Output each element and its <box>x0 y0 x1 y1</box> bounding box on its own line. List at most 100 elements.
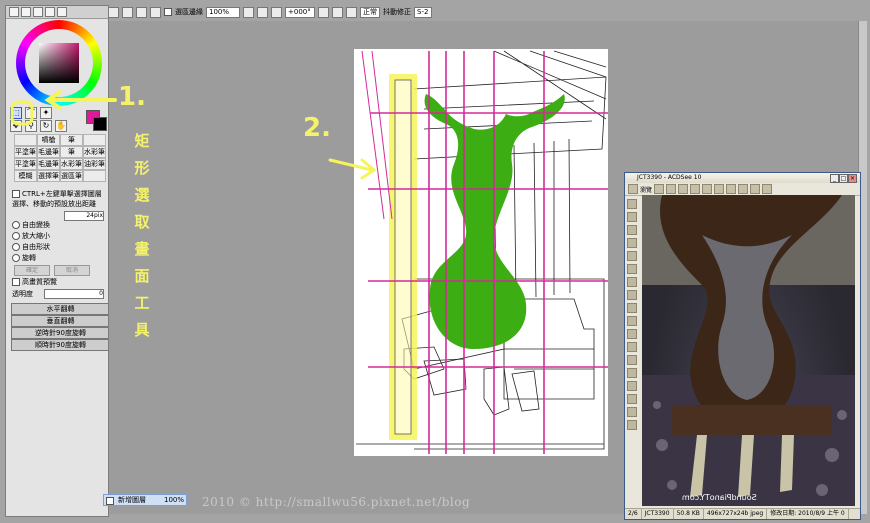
select-tools-row: ⬚ ⌒ ✦ <box>10 107 52 119</box>
lasso-tool[interactable]: ⌒ <box>25 107 37 119</box>
brush-slot[interactable]: 選擇筆 <box>37 170 60 182</box>
brush-slot[interactable] <box>83 134 106 146</box>
zoom-reset-button[interactable] <box>271 6 282 18</box>
prev-icon[interactable] <box>654 184 665 194</box>
flip-vertical-button[interactable]: 垂直翻轉 <box>11 315 108 327</box>
distance-field[interactable]: 24pix <box>64 211 104 221</box>
acdsee-window: JCT3390 - ACDSee 10 _ □ × 瀏覽 SoundPianoT… <box>624 172 861 520</box>
color-wheel-tab[interactable] <box>9 7 19 17</box>
transform-option-distort[interactable]: 自由形狀 <box>12 242 50 252</box>
color-wheel[interactable] <box>16 20 102 106</box>
transform-option-scale[interactable]: 放大縮小 <box>12 231 50 241</box>
save-icon[interactable] <box>678 184 689 194</box>
transform-option-rotate[interactable]: 旋轉 <box>12 253 36 263</box>
brush-slot[interactable]: 模糊 <box>14 170 37 182</box>
panel-tabs <box>6 6 108 19</box>
status-modified: 修改日期: 2010/8/9 上午 0 <box>767 509 849 519</box>
maximize-button[interactable]: □ <box>839 174 848 183</box>
invert-selection-button[interactable] <box>150 6 161 18</box>
print-icon[interactable] <box>690 184 701 194</box>
minimize-button[interactable]: _ <box>830 174 839 183</box>
rotate-icon[interactable] <box>738 184 749 194</box>
rotate-ccw-button[interactable]: 逆時針90度旋轉 <box>11 327 108 339</box>
layer-list-item[interactable]: 新增圖層 100% <box>103 494 187 506</box>
undo-button[interactable] <box>108 6 119 18</box>
zoom-field[interactable]: 100% <box>206 6 240 18</box>
close-icon[interactable]: × <box>848 174 857 183</box>
opacity-slider[interactable]: 0 <box>44 289 104 299</box>
harp-lineart <box>356 50 608 454</box>
brush-slot[interactable]: 平塗筆 <box>14 146 37 158</box>
saturation-value-square[interactable] <box>39 43 79 83</box>
flip-horizontal-button[interactable]: 水平翻轉 <box>11 303 108 315</box>
ctrl-select-layer-option[interactable]: CTRL+左鍵單擊選擇圖層 <box>12 189 102 199</box>
brush-slot[interactable] <box>14 134 37 146</box>
back-icon[interactable] <box>628 184 638 194</box>
brush-grid: 噴槍 筆 平塗筆 毛邊筆 筆 水彩筆 平塗筆 毛邊筆 水彩筆 油彩筆 模糊 選擇… <box>14 134 106 182</box>
brush-slot[interactable]: 筆 <box>60 146 83 158</box>
brush-slot[interactable]: 油彩筆 <box>83 158 106 170</box>
brush-slot[interactable]: 毛邊筆 <box>37 146 60 158</box>
layer-visibility-icon[interactable] <box>106 497 114 505</box>
acdsee-side-toolbar <box>627 199 639 509</box>
brush-slot[interactable]: 水彩筆 <box>83 146 106 158</box>
rotate-right-button[interactable] <box>332 6 343 18</box>
brush-slot[interactable]: 平塗筆 <box>14 158 37 170</box>
annotation-two: 2. <box>303 113 331 143</box>
rgb-slider-tab[interactable] <box>21 7 31 17</box>
stabilizer-label: 抖動修正 <box>383 8 411 16</box>
layer-name: 新增圖層 <box>118 496 146 504</box>
rectangle-select-tool[interactable]: ⬚ <box>10 107 22 119</box>
confirm-button[interactable]: 確定 <box>14 265 50 276</box>
rotation-field[interactable]: +000° <box>285 6 315 18</box>
stabilizer-field[interactable]: S-2 <box>414 6 432 18</box>
view-button[interactable]: 瀏覽 <box>640 185 652 194</box>
piano-pedal-photo: SoundPianoTY.com <box>642 195 855 506</box>
move-tool-icon[interactable]: ✥ <box>10 120 22 132</box>
zoom-in-icon[interactable] <box>714 184 725 194</box>
ctrl-select-checkbox[interactable] <box>12 190 20 198</box>
selection-edge-label: 選區邊緣 <box>175 8 203 16</box>
background-color-swatch[interactable] <box>93 117 107 131</box>
status-filename: JCT3390 <box>642 509 674 519</box>
acdsee-status-bar: 2/6 JCT3390 50.8 KB 496x727x24b jpeg 修改日… <box>625 508 860 519</box>
status-index: 2/6 <box>625 509 642 519</box>
deselect-button[interactable] <box>136 6 147 18</box>
status-dimensions: 496x727x24b jpeg <box>704 509 768 519</box>
next-icon[interactable] <box>666 184 677 194</box>
blend-mode-field[interactable]: 正常 <box>360 6 380 18</box>
brush-slot[interactable]: 水彩筆 <box>60 158 83 170</box>
rotate-tool-icon[interactable]: ↻ <box>40 120 52 132</box>
nav-tools-row: ✥ ⚲ ↻ ✋ <box>10 120 67 132</box>
hand-tool-icon[interactable]: ✋ <box>55 120 67 132</box>
rotate-cw-button[interactable]: 順時針90度旋轉 <box>11 339 108 351</box>
brush-slot[interactable]: 毛邊筆 <box>37 158 60 170</box>
brush-slot[interactable]: 噴槍 <box>37 134 60 146</box>
transform-option-free[interactable]: 自由變換 <box>12 220 50 230</box>
brush-slot[interactable]: 筆 <box>60 134 83 146</box>
photo-watermark: SoundPianoTY.com <box>682 493 757 502</box>
hq-preview-option[interactable]: 高畫質預覽 <box>12 277 57 287</box>
drawing-canvas[interactable] <box>354 49 608 456</box>
brush-slot[interactable] <box>83 170 106 182</box>
zoom-out-button[interactable] <box>243 6 254 18</box>
annotation-one: 1. <box>118 82 146 112</box>
edit-icon[interactable] <box>702 184 713 194</box>
redo-button[interactable] <box>122 6 133 18</box>
brush-slot[interactable]: 選區筆 <box>60 170 83 182</box>
fullscreen-icon[interactable] <box>762 184 773 194</box>
rotate-left-button[interactable] <box>318 6 329 18</box>
selection-edge-checkbox[interactable] <box>164 8 172 16</box>
fit-icon[interactable] <box>750 184 761 194</box>
opacity-label: 透明度 <box>12 290 33 298</box>
zoom-in-button[interactable] <box>257 6 268 18</box>
scratchpad-tab[interactable] <box>57 7 67 17</box>
paint-tool-sai-window: 選區邊緣 100% +000° 正常 抖動修正 S-2 ⬚ ⌒ ✦ ✥ ⚲ ↻ … <box>0 0 870 523</box>
swatches-tab[interactable] <box>45 7 55 17</box>
rotate-reset-button[interactable] <box>346 6 357 18</box>
hsv-slider-tab[interactable] <box>33 7 43 17</box>
cancel-button[interactable]: 取消 <box>54 265 90 276</box>
zoom-out-icon[interactable] <box>726 184 737 194</box>
magic-wand-tool[interactable]: ✦ <box>40 107 52 119</box>
zoom-tool-icon[interactable]: ⚲ <box>25 120 37 132</box>
